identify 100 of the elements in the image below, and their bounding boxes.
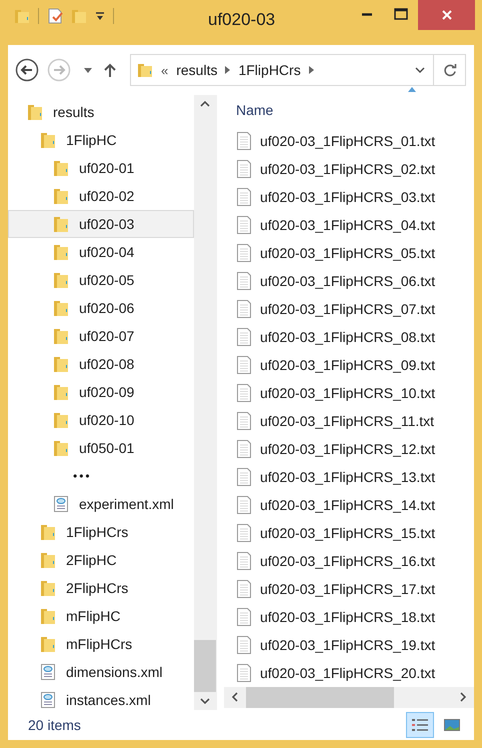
text-file-icon: [236, 410, 252, 431]
tree-item[interactable]: uf020-10: [8, 406, 194, 434]
tree-item[interactable]: instances.xml: [8, 686, 194, 714]
maximize-icon: [394, 8, 408, 20]
window-title: uf020-03: [208, 10, 276, 30]
tree-item[interactable]: uf020-02: [8, 182, 194, 210]
up-arrow-icon[interactable]: [104, 63, 116, 77]
folder-icon: [40, 523, 56, 541]
tree-item[interactable]: mFlipHC: [8, 602, 194, 630]
text-file-icon: [236, 354, 252, 375]
file-item[interactable]: uf020-03_1FlipHCRS_19.txt: [224, 630, 474, 659]
text-file-icon: [236, 662, 252, 683]
tree-item[interactable]: uf020-09: [8, 378, 194, 406]
scroll-up-icon[interactable]: [200, 101, 210, 107]
scroll-right-icon[interactable]: [460, 692, 466, 702]
scroll-left-icon[interactable]: [232, 692, 238, 702]
tree-item[interactable]: dimensions.xml: [8, 658, 194, 686]
tree-item[interactable]: 1FlipHC: [8, 126, 194, 154]
overflow-chevron[interactable]: «: [161, 62, 168, 78]
tree-item[interactable]: results: [8, 98, 194, 126]
tree-item[interactable]: uf020-08: [8, 350, 194, 378]
dropdown-icon[interactable]: [95, 11, 105, 21]
file-item[interactable]: uf020-03_1FlipHCRS_07.txt: [224, 294, 474, 323]
tree-item[interactable]: mFlipHCrs: [8, 630, 194, 658]
file-item[interactable]: uf020-03_1FlipHCRS_05.txt: [224, 238, 474, 267]
scroll-thumb[interactable]: [246, 686, 394, 708]
folder-icon: [53, 299, 69, 317]
refresh-icon: [442, 63, 456, 77]
folder-icon: [40, 131, 56, 149]
file-item[interactable]: uf020-03_1FlipHCRS_12.txt: [224, 434, 474, 463]
file-item[interactable]: uf020-03_1FlipHCRS_10.txt: [224, 378, 474, 407]
minimize-icon: [362, 12, 372, 16]
vertical-scrollbar[interactable]: [194, 95, 216, 710]
file-item[interactable]: uf020-03_1FlipHCRS_02.txt: [224, 154, 474, 183]
address-bar[interactable]: « results 1FlipHCrs: [130, 54, 466, 86]
tree-item[interactable]: uf020-01: [8, 154, 194, 182]
tree-item[interactable]: experiment.xml: [8, 490, 194, 518]
folder-icon: [53, 383, 69, 401]
folder-icon: [53, 159, 69, 177]
text-file-icon: [236, 298, 252, 319]
folder-icon: [53, 271, 69, 289]
text-file-icon: [236, 550, 252, 571]
file-item[interactable]: uf020-03_1FlipHCRS_06.txt: [224, 266, 474, 295]
tree-item[interactable]: uf020-03: [8, 210, 194, 238]
tree-item[interactable]: uf020-06: [8, 294, 194, 322]
folder-icon: [53, 215, 69, 233]
file-item[interactable]: uf020-03_1FlipHCRS_03.txt: [224, 182, 474, 211]
text-file-icon: [236, 522, 252, 543]
horizontal-scrollbar[interactable]: [224, 686, 474, 708]
folder-icon: [53, 243, 69, 261]
breadcrumb[interactable]: 1FlipHCrs: [238, 62, 301, 78]
text-file-icon: [236, 270, 252, 291]
file-item[interactable]: uf020-03_1FlipHCRS_18.txt: [224, 602, 474, 631]
folder-icon: [40, 607, 56, 625]
folder-icon: [53, 327, 69, 345]
close-button[interactable]: [418, 0, 475, 30]
tree-item[interactable]: •••: [8, 462, 194, 490]
text-file-icon: [236, 606, 252, 627]
picture-icon: [443, 717, 461, 733]
details-view-button[interactable]: [406, 712, 434, 738]
xml-file-icon: [53, 495, 69, 513]
chevron-down-icon[interactable]: [415, 67, 425, 73]
folder-icon: [40, 635, 56, 653]
scroll-down-icon[interactable]: [200, 698, 210, 704]
properties-icon[interactable]: [47, 8, 63, 24]
folder-icon: [53, 187, 69, 205]
column-header[interactable]: Name: [236, 100, 274, 119]
text-file-icon: [236, 438, 252, 459]
tree-item[interactable]: uf050-01: [8, 434, 194, 462]
tree-item[interactable]: uf020-05: [8, 266, 194, 294]
caret-icon[interactable]: [84, 68, 92, 72]
file-item[interactable]: uf020-03_1FlipHCRS_16.txt: [224, 546, 474, 575]
tree-item[interactable]: uf020-07: [8, 322, 194, 350]
tree-item[interactable]: 2FlipHCrs: [8, 574, 194, 602]
breadcrumb[interactable]: results: [176, 62, 218, 78]
text-file-icon: [236, 382, 252, 403]
item-count: 20 items: [28, 717, 81, 733]
text-file-icon: [236, 214, 252, 235]
back-button[interactable]: [14, 57, 40, 83]
file-item[interactable]: uf020-03_1FlipHCRS_08.txt: [224, 322, 474, 351]
chevron-right-icon[interactable]: [308, 66, 314, 74]
tree-item[interactable]: uf020-04: [8, 238, 194, 266]
file-item[interactable]: uf020-03_1FlipHCRS_20.txt: [224, 658, 474, 687]
file-item[interactable]: uf020-03_1FlipHCRS_09.txt: [224, 350, 474, 379]
text-file-icon: [236, 130, 252, 151]
file-item[interactable]: uf020-03_1FlipHCRS_01.txt: [224, 126, 474, 155]
tree-item[interactable]: 2FlipHC: [8, 546, 194, 574]
tree-item[interactable]: 1FlipHCrs: [8, 518, 194, 546]
chevron-right-icon[interactable]: [225, 66, 230, 74]
text-file-icon: [236, 242, 252, 263]
file-item[interactable]: uf020-03_1FlipHCRS_14.txt: [224, 490, 474, 519]
file-item[interactable]: uf020-03_1FlipHCRS_04.txt: [224, 210, 474, 239]
scroll-thumb[interactable]: [194, 640, 216, 692]
close-icon: [440, 9, 452, 21]
file-item[interactable]: uf020-03_1FlipHCRS_11.txt: [224, 406, 474, 435]
text-file-icon: [236, 578, 252, 599]
file-item[interactable]: uf020-03_1FlipHCRS_17.txt: [224, 574, 474, 603]
file-item[interactable]: uf020-03_1FlipHCRS_15.txt: [224, 518, 474, 547]
text-file-icon: [236, 158, 252, 179]
file-item[interactable]: uf020-03_1FlipHCRS_13.txt: [224, 462, 474, 491]
